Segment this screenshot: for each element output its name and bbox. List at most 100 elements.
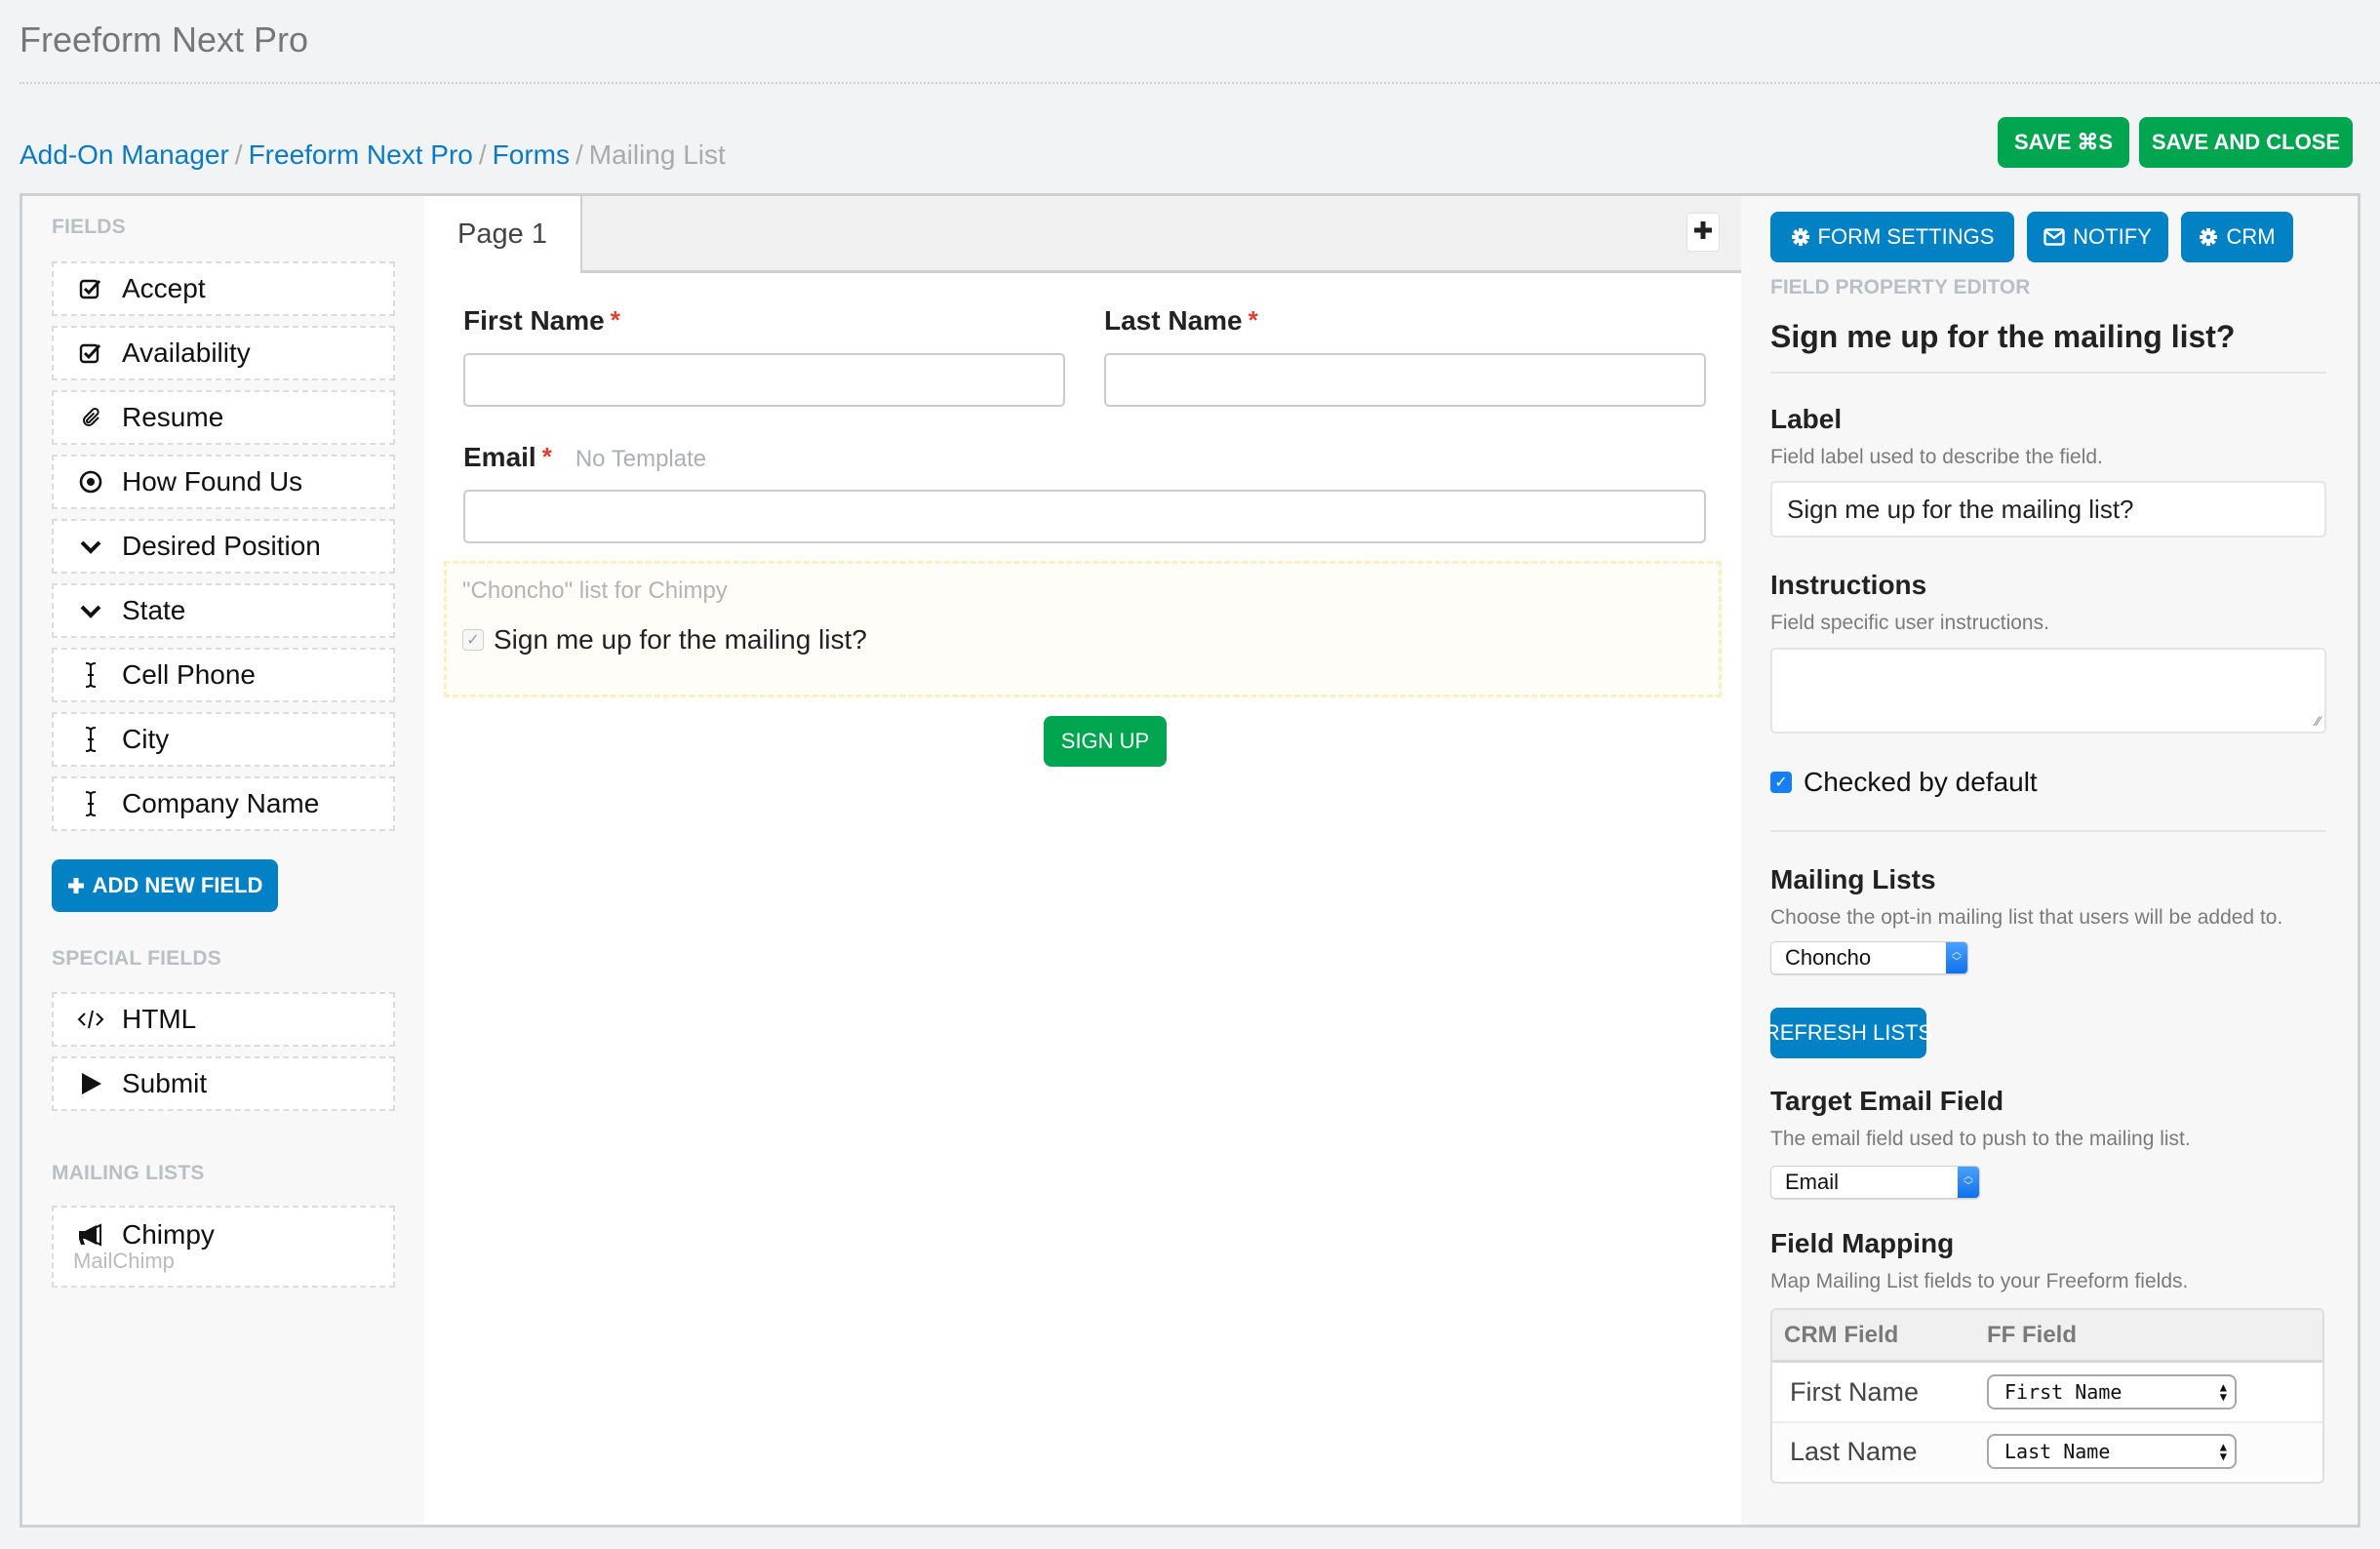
column-header-ff-field: FF Field — [1987, 1321, 2077, 1348]
checkbox-icon — [77, 339, 104, 367]
field-item-how-found-us[interactable]: How Found Us — [52, 455, 395, 509]
tabbar-fill — [580, 196, 1741, 273]
checkbox-icon — [77, 275, 104, 302]
chevron-down-icon — [77, 533, 104, 560]
property-editor: FORM SETTINGS NOTIFY CRM FIELD PROPERTY … — [1741, 196, 2358, 1525]
email-label: Email * No Template — [463, 442, 706, 473]
resize-grip-icon[interactable]: ⁄⁄ — [2316, 713, 2320, 729]
crm-label: CRM — [2226, 224, 2276, 249]
selected-field-title: Sign me up for the mailing list? — [1770, 319, 2236, 354]
field-item-label: State — [122, 595, 186, 625]
property-editor-heading: FIELD PROPERTY EDITOR — [1770, 276, 2031, 298]
table-row: Last Name Last Name ▲ ▼ — [1772, 1421, 2322, 1480]
email-input[interactable] — [463, 490, 1706, 543]
app-title: Freeform Next Pro — [20, 20, 309, 60]
required-marker: * — [1248, 305, 1258, 335]
field-item-label: Submit — [122, 1068, 208, 1098]
field-item-label: How Found Us — [122, 466, 303, 496]
label-help: Field label used to describe the field. — [1770, 446, 2103, 468]
mailing-lists-heading: Mailing Lists — [1770, 864, 1936, 894]
add-page-button[interactable] — [1686, 213, 1720, 252]
special-fields-heading: SPECIAL FIELDS — [52, 947, 221, 970]
field-item-accept[interactable]: Accept — [52, 261, 395, 316]
field-mapping-table: CRM Field FF Field First Name First Name… — [1770, 1308, 2324, 1484]
optin-caption: "Choncho" list for Chimpy — [462, 577, 728, 604]
field-item-desired-position[interactable]: Desired Position — [52, 519, 395, 574]
code-icon — [77, 1006, 104, 1033]
crm-button[interactable]: CRM — [2181, 212, 2293, 262]
refresh-lists-button[interactable]: REFRESH LISTS — [1765, 1008, 1932, 1058]
field-item-city[interactable]: City — [52, 712, 395, 767]
breadcrumb-current: Mailing List — [588, 139, 726, 170]
optin-row: ✓ Sign me up for the mailing list? — [462, 624, 867, 655]
email-template-note: No Template — [575, 446, 707, 472]
ff-field-select[interactable]: Last Name ▲ ▼ — [1987, 1434, 2237, 1469]
breadcrumb: Add-On Manager / Freeform Next Pro / Forms / M… — [20, 139, 726, 171]
instructions-heading: Instructions — [1770, 570, 1927, 600]
ff-field-select[interactable]: First Name ▲ ▼ — [1987, 1374, 2237, 1410]
mailing-list-select[interactable]: Choncho ︿ ﹀ — [1770, 941, 1968, 974]
field-item-label: Cell Phone — [122, 659, 256, 690]
label-input[interactable] — [1770, 481, 2326, 537]
field-item-label: Accept — [122, 273, 206, 303]
fields-sidebar: FIELDS Accept Availability Resume How Fo… — [22, 196, 424, 1525]
notify-label: NOTIFY — [2073, 224, 2152, 249]
select-updown-icon: ▲ ▼ — [2219, 1440, 2227, 1463]
field-item-label: HTML — [122, 1004, 197, 1034]
select-arrows-icon: ︿ ﹀ — [1958, 1167, 1979, 1198]
field-item-resume[interactable]: Resume — [52, 390, 395, 445]
form-builder-panel: FIELDS Accept Availability Resume How Fo… — [20, 193, 2360, 1528]
divider — [1770, 830, 2326, 832]
mailing-list-label: Chimpy — [122, 1219, 215, 1250]
crm-field-name: Last Name — [1790, 1436, 1918, 1466]
sign-up-button[interactable]: SIGN UP — [1044, 716, 1167, 767]
last-name-input[interactable] — [1104, 353, 1706, 407]
field-item-label: City — [122, 724, 170, 754]
form-settings-button[interactable]: FORM SETTINGS — [1770, 212, 2014, 262]
mailing-list-chimpy[interactable]: Chimpy MailChimp — [52, 1206, 395, 1288]
field-item-label: Company Name — [122, 788, 320, 818]
target-email-help: The email field used to push to the mail… — [1770, 1128, 2191, 1150]
breadcrumb-separator: / — [234, 139, 243, 170]
first-name-input[interactable] — [463, 353, 1065, 407]
field-item-company-name[interactable]: Company Name — [52, 776, 395, 831]
breadcrumb-forms[interactable]: Forms — [493, 139, 570, 170]
checked-by-default-row[interactable]: ✓ Checked by default — [1770, 767, 2038, 798]
special-field-submit[interactable]: Submit — [52, 1056, 395, 1111]
tab-page-1[interactable]: Page 1 — [424, 196, 580, 273]
envelope-icon — [2043, 228, 2065, 246]
field-item-cell-phone[interactable]: Cell Phone — [52, 648, 395, 702]
mailing-list-optin-field[interactable]: "Choncho" list for Chimpy ✓ Sign me up f… — [444, 561, 1722, 697]
field-item-state[interactable]: State — [52, 583, 395, 638]
breadcrumb-addon-manager[interactable]: Add-On Manager — [20, 139, 229, 170]
form-builder-canvas: Page 1 First Name * Last Name * Email * No T… — [424, 196, 1741, 1525]
required-marker: * — [610, 305, 620, 335]
save-button[interactable]: SAVE ⌘S — [1998, 117, 2129, 168]
add-new-field-button[interactable]: ADD NEW FIELD — [52, 859, 278, 912]
mailing-lists-help: Choose the opt-in mailing list that user… — [1770, 906, 2283, 929]
field-mapping-help: Map Mailing List fields to your Freeform… — [1770, 1270, 2189, 1292]
checked-by-default-label: Checked by default — [1804, 767, 2038, 797]
special-field-html[interactable]: HTML — [52, 992, 395, 1047]
notify-button[interactable]: NOTIFY — [2027, 212, 2168, 262]
breadcrumb-freeform[interactable]: Freeform Next Pro — [249, 139, 473, 170]
instructions-help: Field specific user instructions. — [1770, 612, 2049, 634]
breadcrumb-separator: / — [575, 139, 583, 170]
optin-checkbox[interactable]: ✓ — [462, 629, 484, 651]
table-row: First Name First Name ▲ ▼ — [1772, 1363, 2322, 1421]
last-name-label-text: Last Name — [1104, 305, 1243, 336]
text-cursor-icon — [77, 790, 104, 817]
checked-by-default-checkbox[interactable]: ✓ — [1770, 772, 1792, 793]
plus-icon — [67, 871, 85, 901]
play-icon — [77, 1070, 104, 1097]
ff-field-selected: Last Name — [2004, 1440, 2111, 1463]
mailing-list-selected: Choncho — [1785, 945, 1872, 970]
instructions-textarea[interactable]: ⁄⁄ — [1770, 648, 2326, 734]
target-email-heading: Target Email Field — [1770, 1086, 2004, 1116]
save-and-close-button[interactable]: SAVE AND CLOSE — [2139, 117, 2353, 168]
add-new-field-label: ADD NEW FIELD — [92, 873, 263, 897]
field-item-availability[interactable]: Availability — [52, 326, 395, 380]
page-tabbar: Page 1 — [424, 196, 1741, 273]
target-email-select[interactable]: Email ︿ ﹀ — [1770, 1166, 1980, 1199]
radio-icon — [77, 468, 104, 496]
